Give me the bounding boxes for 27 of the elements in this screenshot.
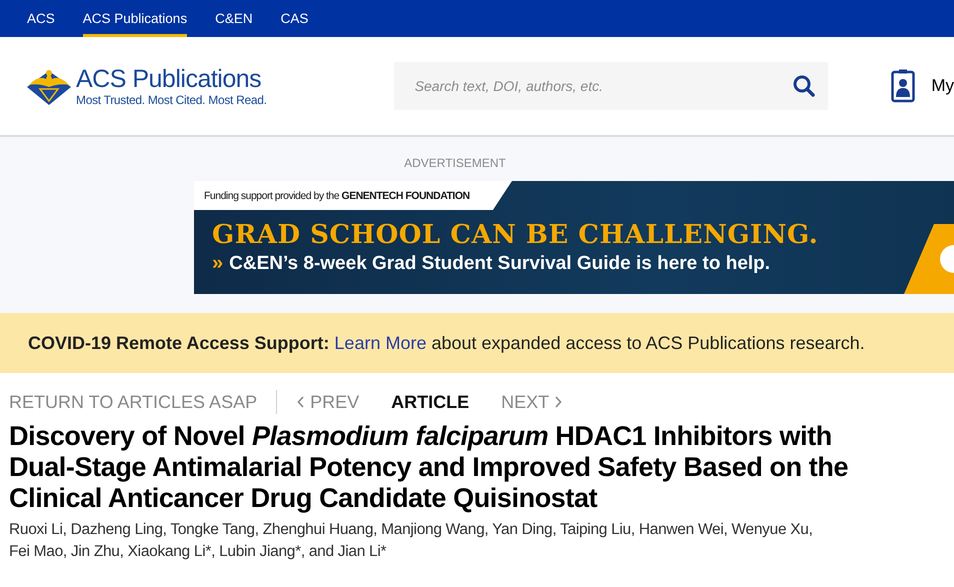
search-input[interactable]: Search text, DOI, authors, etc.	[412, 77, 792, 95]
learn-more-link[interactable]: Learn More	[334, 332, 426, 352]
chevron-icon: »	[212, 252, 224, 275]
search-icon[interactable]	[792, 74, 816, 98]
ad-banner[interactable]: Funding support provided by the GENENTECH FOUNDATION GRAD SCHOOL CAN BE CHALLENGING. » C&EN’s 8-week Grad Student Survival Guide is here to help.	[194, 181, 954, 294]
funding-tag: Funding support provided by the GENENTECH FOUNDATION	[194, 181, 512, 210]
logo-wordmark[interactable]: ACS Publications	[76, 65, 267, 93]
article-title-line: Discovery of Novel Plasmodium falciparum HDAC1 Inhibitors with	[9, 421, 833, 452]
chevron-right-icon[interactable]	[554, 396, 562, 408]
top-nav-link[interactable]: ACS	[27, 0, 55, 37]
advertisement-label: ADVERTISEMENT	[403, 156, 507, 170]
ad-subline: C&EN’s 8-week Grad Student Survival Guide is here to help.	[229, 253, 770, 275]
article-title-line: Dual-Stage Antimalarial Potency and Improved Safety Based on the	[9, 452, 850, 483]
ad-headline: GRAD SCHOOL CAN BE CHALLENGING.	[212, 220, 820, 250]
logo-tagline: Most Trusted. Most Cited. Most Read.	[76, 93, 267, 107]
author-list-line: Fei Mao, Jin Zhu, Xiaokang Li*, Lubin Jiang*, and Jian Li*	[9, 542, 388, 562]
top-nav-link[interactable]: CAS	[280, 0, 308, 37]
chevron-left-icon[interactable]	[297, 396, 306, 408]
user-badge-icon[interactable]	[891, 69, 916, 103]
author-list-line: Ruoxi Li, Dazheng Ling, Tongke Tang, Zhenghui Huang, Manjiong Wang, Yan Ding, Taiping Liu, Hanwen Wei, Wenyue Xu,	[9, 520, 814, 540]
notice-text: COVID-19 Remote Access Support: Learn More about expanded access to ACS Publications research.	[28, 332, 865, 354]
top-nav-link[interactable]: C&EN	[215, 0, 253, 37]
article-title-line: Clinical Anticancer Drug Candidate Quisinostat	[9, 483, 598, 514]
search-field[interactable]: Search text, DOI, authors, etc.	[394, 62, 828, 110]
current-article-label: ARTICLE	[391, 392, 470, 412]
account-label[interactable]: My	[931, 76, 954, 96]
top-nav-link[interactable]: ACS Publications	[82, 0, 188, 37]
